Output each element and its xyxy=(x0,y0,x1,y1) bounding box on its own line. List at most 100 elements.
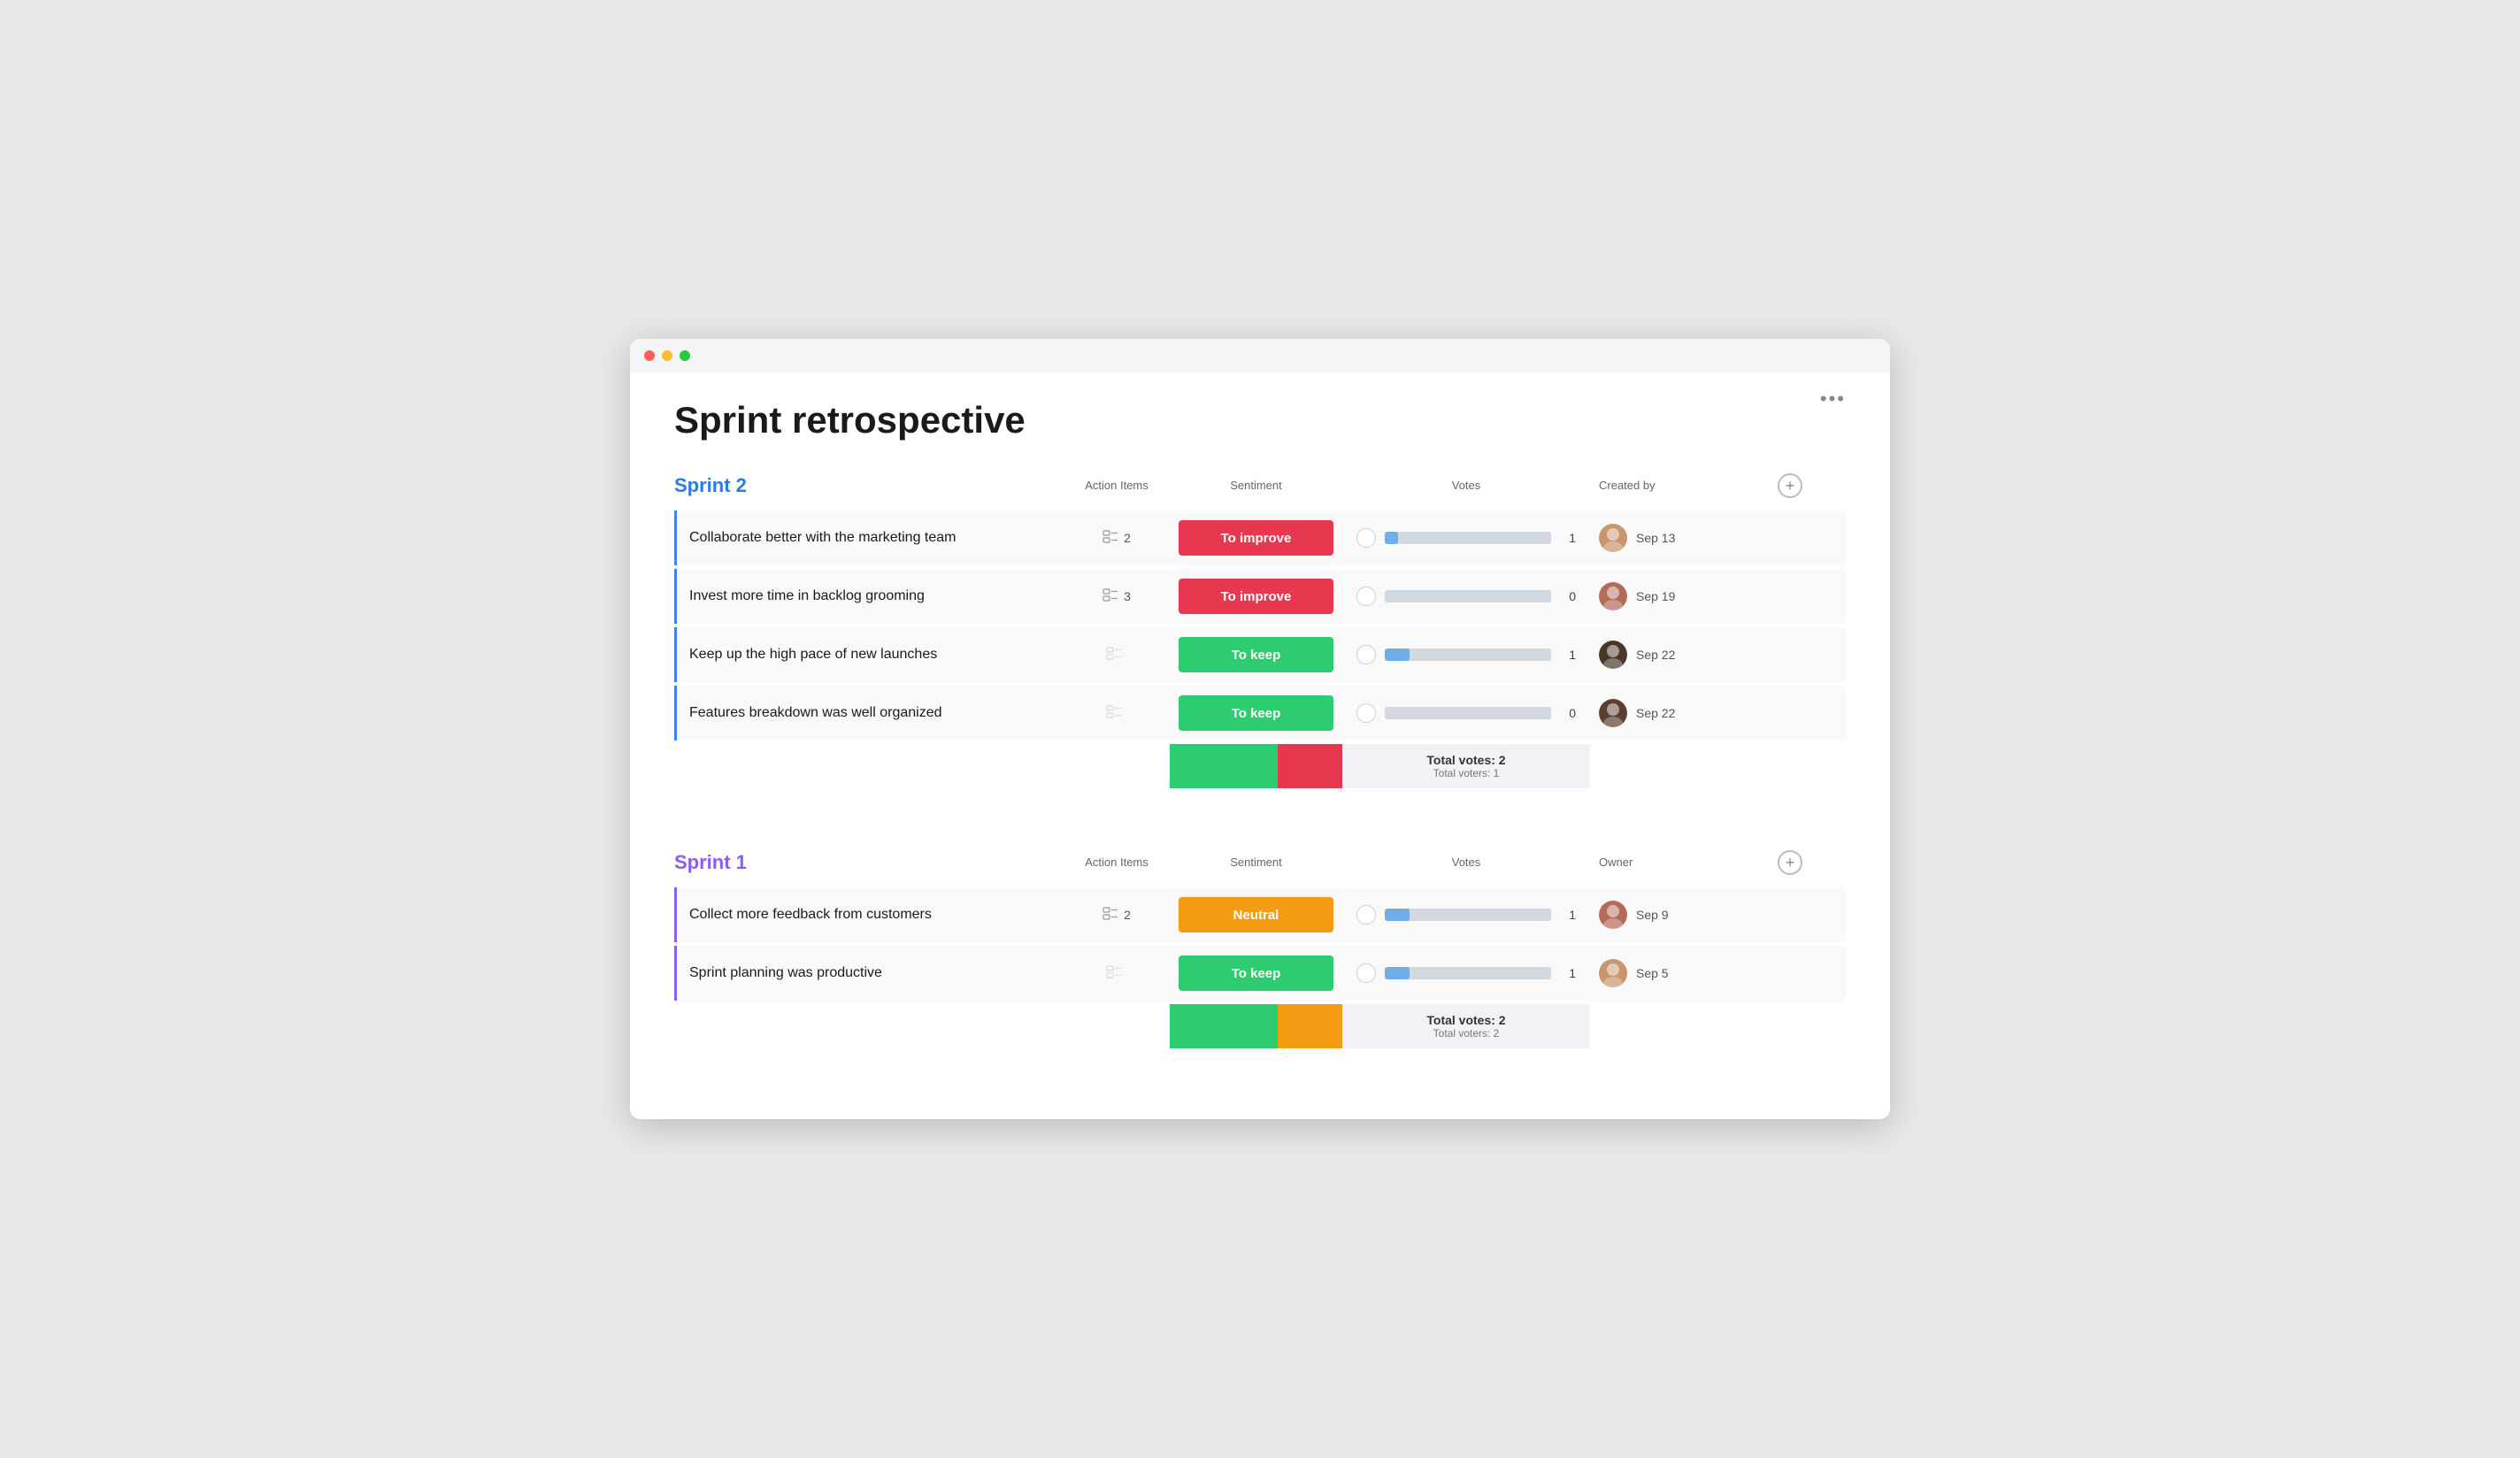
app-window: Sprint retrospective ••• Sprint 2 Action… xyxy=(630,339,1890,1119)
vote-radio[interactable] xyxy=(1356,528,1376,548)
main-content: Sprint retrospective ••• Sprint 2 Action… xyxy=(630,372,1890,1119)
vote-bar-fill xyxy=(1385,648,1410,661)
retro-item-text: Collect more feedback from customers xyxy=(674,887,1064,942)
sprint1-col-owner-header: Owner xyxy=(1599,856,1633,869)
avatar xyxy=(1599,901,1627,929)
retro-sentiment-col[interactable]: Neutral xyxy=(1170,897,1342,932)
sprint2-add-button[interactable]: + xyxy=(1778,473,1802,498)
retro-sentiment-col[interactable]: To keep xyxy=(1170,955,1342,991)
retro-votes-col: 1 xyxy=(1342,905,1590,925)
retro-action-col[interactable] xyxy=(1064,965,1170,982)
vote-radio[interactable] xyxy=(1356,905,1376,925)
retro-created-col: Sep 22 xyxy=(1590,699,1767,727)
created-date: Sep 22 xyxy=(1636,706,1675,720)
sentiment-badge[interactable]: To improve xyxy=(1179,579,1333,614)
sprint2-col-action-header: Action Items xyxy=(1085,479,1149,492)
vote-radio[interactable] xyxy=(1356,703,1376,723)
created-date: Sep 13 xyxy=(1636,531,1675,545)
action-icon xyxy=(1106,647,1122,664)
action-count: 2 xyxy=(1124,531,1131,545)
retro-sentiment-col[interactable]: To keep xyxy=(1170,637,1342,672)
created-date: Sep 19 xyxy=(1636,589,1675,603)
vote-bar xyxy=(1385,967,1551,979)
retro-votes-col: 0 xyxy=(1342,587,1590,606)
vote-bar xyxy=(1385,707,1551,719)
retro-created-col: Sep 19 xyxy=(1590,582,1767,610)
close-button[interactable] xyxy=(644,350,655,361)
more-options-button[interactable]: ••• xyxy=(1820,388,1846,411)
minimize-button[interactable] xyxy=(662,350,672,361)
table-row[interactable]: Collaborate better with the marketing te… xyxy=(674,510,1846,565)
retro-votes-col: 1 xyxy=(1342,645,1590,664)
sentiment-badge[interactable]: To keep xyxy=(1179,695,1333,731)
vote-bar xyxy=(1385,909,1551,921)
action-icon xyxy=(1106,965,1122,982)
sprint2-title: Sprint 2 xyxy=(674,474,747,496)
avatar xyxy=(1599,959,1627,987)
retro-action-col[interactable] xyxy=(1064,705,1170,722)
avatar xyxy=(1599,641,1627,669)
sprint1-col-sentiment-header: Sentiment xyxy=(1230,856,1282,869)
retro-item-text: Sprint planning was productive xyxy=(674,946,1064,1001)
action-icon xyxy=(1106,705,1122,722)
sprint2-rows: Collaborate better with the marketing te… xyxy=(674,510,1846,741)
created-date: Sep 5 xyxy=(1636,966,1669,980)
sprint1-col-votes-header: Votes xyxy=(1452,856,1481,869)
retro-created-col: Sep 5 xyxy=(1590,959,1767,987)
sentiment-badge[interactable]: Neutral xyxy=(1179,897,1333,932)
sentiment-badge[interactable]: To improve xyxy=(1179,520,1333,556)
retro-sentiment-col[interactable]: To keep xyxy=(1170,695,1342,731)
vote-bar xyxy=(1385,648,1551,661)
sprint1-summary-row: Total votes: 2 Total voters: 2 xyxy=(674,1004,1846,1048)
retro-action-col[interactable]: 3 xyxy=(1064,588,1170,605)
retro-action-col[interactable]: 2 xyxy=(1064,530,1170,547)
sprint1-add-button[interactable]: + xyxy=(1778,850,1802,875)
retro-sentiment-col[interactable]: To improve xyxy=(1170,579,1342,614)
sentiment-badge[interactable]: To keep xyxy=(1179,955,1333,991)
action-icon xyxy=(1102,588,1118,605)
sprint2-col-created-header: Created by xyxy=(1599,479,1656,492)
page-title: Sprint retrospective xyxy=(674,399,1846,441)
sprint1-header-row: Sprint 1 Action Items Sentiment Votes Ow… xyxy=(674,850,1846,875)
vote-radio[interactable] xyxy=(1356,963,1376,983)
sprint1-section: Sprint 1 Action Items Sentiment Votes Ow… xyxy=(674,850,1846,1048)
sprint1-total-votes: Total votes: 2 xyxy=(1426,1013,1505,1027)
vote-bar xyxy=(1385,532,1551,544)
retro-action-col[interactable]: 2 xyxy=(1064,907,1170,924)
retro-item-text: Invest more time in backlog grooming xyxy=(674,569,1064,624)
retro-sentiment-col[interactable]: To improve xyxy=(1170,520,1342,556)
retro-item-text: Keep up the high pace of new launches xyxy=(674,627,1064,682)
vote-bar-fill xyxy=(1385,532,1398,544)
table-row[interactable]: Keep up the high pace of new launches To… xyxy=(674,627,1846,682)
sprint1-col-action-header: Action Items xyxy=(1085,856,1149,869)
retro-item-text: Features breakdown was well organized xyxy=(674,686,1064,741)
sprint1-rows: Collect more feedback from customers 2 N… xyxy=(674,887,1846,1001)
vote-count: 1 xyxy=(1560,966,1576,980)
table-row[interactable]: Invest more time in backlog grooming 3 T… xyxy=(674,569,1846,624)
action-icon xyxy=(1102,530,1118,547)
sprint1-title: Sprint 1 xyxy=(674,851,747,873)
retro-action-col[interactable] xyxy=(1064,647,1170,664)
sprint2-total-voters: Total voters: 1 xyxy=(1433,767,1500,779)
created-date: Sep 9 xyxy=(1636,908,1669,922)
maximize-button[interactable] xyxy=(680,350,690,361)
vote-bar-fill xyxy=(1385,967,1410,979)
sprint2-section: Sprint 2 Action Items Sentiment Votes Cr… xyxy=(674,473,1846,788)
table-row[interactable]: Features breakdown was well organized To… xyxy=(674,686,1846,741)
vote-count: 0 xyxy=(1560,706,1576,720)
vote-radio[interactable] xyxy=(1356,587,1376,606)
retro-votes-col: 1 xyxy=(1342,963,1590,983)
titlebar xyxy=(630,339,1890,372)
sprint2-total-votes: Total votes: 2 xyxy=(1426,753,1505,767)
sprint1-summary-votes: Total votes: 2 Total voters: 2 xyxy=(1342,1004,1590,1048)
retro-created-col: Sep 13 xyxy=(1590,524,1767,552)
table-row[interactable]: Collect more feedback from customers 2 N… xyxy=(674,887,1846,942)
vote-bar xyxy=(1385,590,1551,602)
sprint2-col-sentiment-header: Sentiment xyxy=(1230,479,1282,492)
sentiment-badge[interactable]: To keep xyxy=(1179,637,1333,672)
vote-count: 1 xyxy=(1560,531,1576,545)
table-row[interactable]: Sprint planning was productive To keep 1 xyxy=(674,946,1846,1001)
created-date: Sep 22 xyxy=(1636,648,1675,662)
vote-radio[interactable] xyxy=(1356,645,1376,664)
sprint2-summary-row: Total votes: 2 Total voters: 1 xyxy=(674,744,1846,788)
